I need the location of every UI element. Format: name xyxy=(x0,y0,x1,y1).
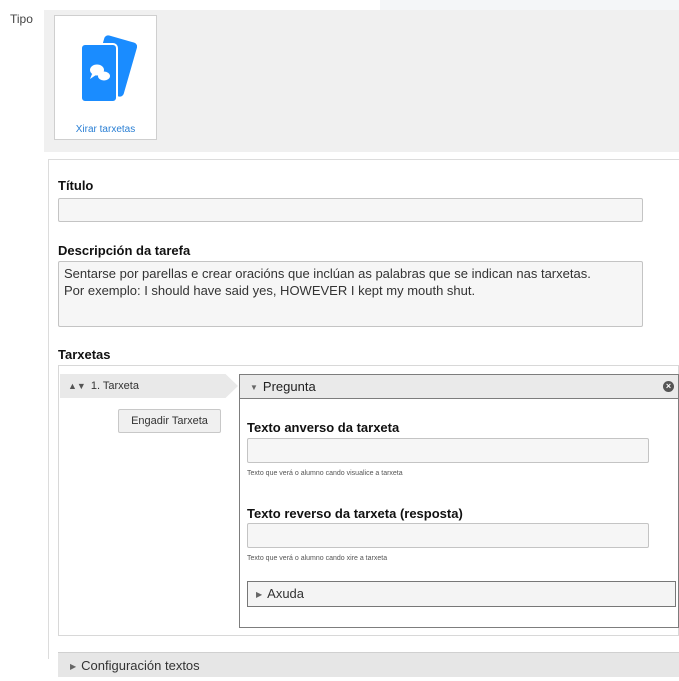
front-text-hint: Texto que verá o alumno cando visualice … xyxy=(247,470,403,477)
type-tile-flip-cards[interactable]: Xirar tarxetas xyxy=(54,15,157,140)
back-text-label: Texto reverso da tarxeta (resposta) xyxy=(247,506,463,521)
title-input[interactable] xyxy=(58,198,643,222)
add-card-button[interactable]: Engadir Tarxeta xyxy=(118,409,221,433)
back-text-input[interactable] xyxy=(247,523,649,548)
title-label: Título xyxy=(58,178,94,193)
type-label: Tipo xyxy=(10,12,33,26)
triangle-down-icon: ▼ xyxy=(250,383,258,392)
cards-label: Tarxetas xyxy=(58,347,111,362)
front-text-input[interactable] xyxy=(247,438,649,463)
card-tab-label: 1. Tarxeta xyxy=(90,380,139,392)
card-tab[interactable]: ▲▼ 1. Tarxeta xyxy=(60,374,238,398)
question-header[interactable]: ▼ Pregunta × xyxy=(240,375,678,399)
description-textarea[interactable]: Sentarse por parellas e crear oracións q… xyxy=(58,261,643,327)
flip-cards-icon xyxy=(80,35,137,103)
question-header-label: Pregunta xyxy=(262,379,316,394)
top-strip-gap xyxy=(0,0,380,10)
text-settings-section[interactable]: ▶ Configuración textos xyxy=(58,652,679,677)
front-text-label: Texto anverso da tarxeta xyxy=(247,420,400,435)
type-tile-label: Xirar tarxetas xyxy=(75,124,136,135)
sort-arrows-icon[interactable]: ▲▼ xyxy=(68,381,86,391)
text-settings-label: Configuración textos xyxy=(81,658,200,673)
help-section[interactable]: ▶ Axuda xyxy=(247,581,676,607)
help-section-label: Axuda xyxy=(267,586,305,601)
description-label: Descripción da tarefa xyxy=(58,243,191,258)
triangle-right-icon: ▶ xyxy=(70,662,77,671)
back-text-hint: Texto que verá o alumno cando xire a tar… xyxy=(247,555,388,562)
triangle-right-icon: ▶ xyxy=(256,590,263,599)
close-icon[interactable]: × xyxy=(663,381,674,392)
